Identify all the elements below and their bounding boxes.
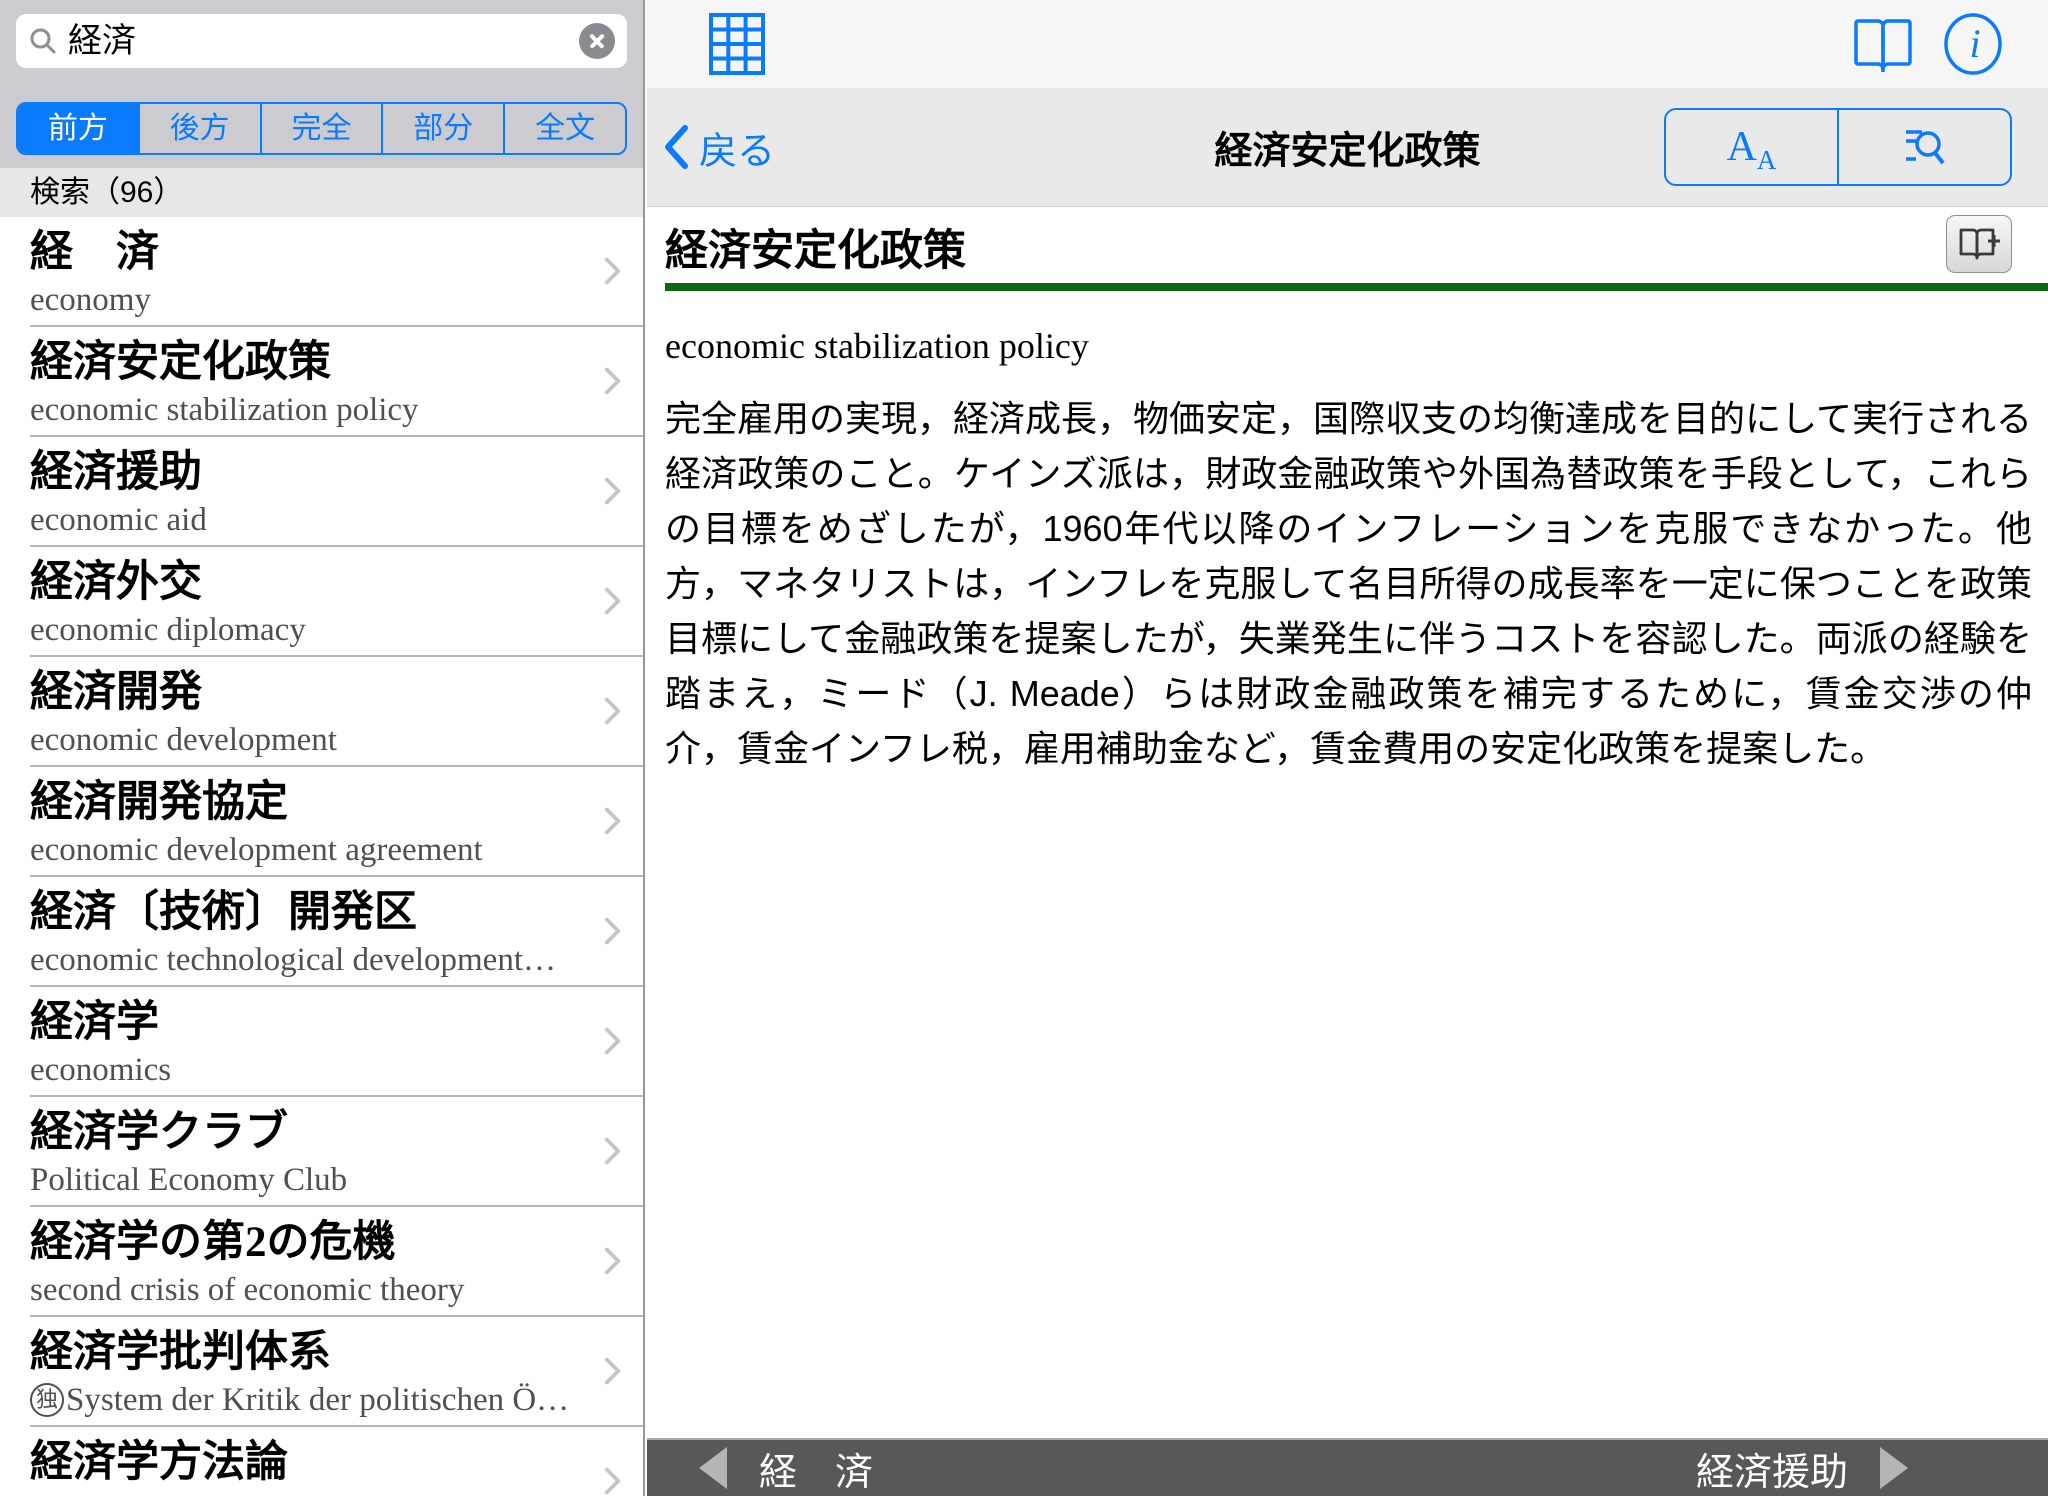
nav-bar: 戻る 経済安定化政策 AA <box>647 88 2048 207</box>
result-item[interactable]: 経 済 economy <box>0 217 643 327</box>
next-entry-label: 経済援助 <box>1696 1441 1848 1496</box>
result-term: 経済援助 <box>30 448 573 498</box>
language-badge: 独 <box>30 1383 64 1417</box>
result-term: 経済開発協定 <box>30 778 573 828</box>
bookshelf-button[interactable] <box>1852 17 1914 76</box>
result-gloss: second crisis of economic theory <box>30 1269 573 1311</box>
svg-text:i: i <box>1969 21 1980 66</box>
chevron-right-icon <box>593 477 621 505</box>
result-term: 経済安定化政策 <box>30 338 573 388</box>
add-bookmark-button[interactable] <box>1946 215 2012 273</box>
entry-divider <box>665 283 2048 291</box>
search-mode-全文[interactable]: 全文 <box>503 104 625 153</box>
entry-body: 完全雇用の実現，経済成長，物価安定，国際収支の均衡達成を目的にして実行される経済… <box>665 391 2034 776</box>
results-list: 経 済 economy 経済安定化政策 economic stabilizati… <box>0 217 643 1496</box>
entry-title: 経済安定化政策 <box>665 225 2034 277</box>
result-term: 経済開発 <box>30 668 573 718</box>
grid-icon <box>709 13 765 75</box>
result-item[interactable]: 経済安定化政策 economic stabilization policy <box>0 327 643 437</box>
search-mode-segmented-control: 前方後方完全部分全文 <box>16 102 627 155</box>
result-item[interactable]: 経済学クラブ Political Economy Club <box>0 1097 643 1207</box>
result-term: 経済学批判体系 <box>30 1328 573 1378</box>
nav-title: 経済安定化政策 <box>1214 120 1480 175</box>
search-mode-前方[interactable]: 前方 <box>18 104 138 153</box>
next-entry-button[interactable]: 経済援助 <box>1696 1441 1908 1496</box>
result-item[interactable]: 経済学の第2の危機 second crisis of economic theo… <box>0 1207 643 1317</box>
result-item[interactable]: 経済外交 economic diplomacy <box>0 547 643 657</box>
back-button[interactable]: 戻る <box>663 88 775 206</box>
result-gloss: 独System der Kritik der politischen Ö… <box>30 1379 573 1421</box>
result-term: 経済外交 <box>30 558 573 608</box>
search-in-entry-icon <box>1902 124 1948 170</box>
result-gloss: economic aid <box>30 499 573 541</box>
top-toolbar: i <box>647 0 2048 88</box>
result-term: 経済学の第2の危機 <box>30 1218 573 1268</box>
back-chevron-icon <box>663 125 689 169</box>
result-item[interactable]: 経済学方法論 economic methodology <box>0 1427 643 1496</box>
result-gloss: economic technological development… <box>30 939 573 981</box>
prev-entry-label: 経 済 <box>759 1441 873 1496</box>
result-term: 経済〔技術〕開発区 <box>30 888 573 938</box>
search-in-entry-button[interactable] <box>1837 110 2010 184</box>
entry-tools-group: AA <box>1664 108 2012 186</box>
prev-entry-button[interactable]: 経 済 <box>699 1441 873 1496</box>
search-icon <box>28 26 58 56</box>
search-area: 経済 前方後方完全部分全文 <box>0 0 643 168</box>
prev-triangle-icon <box>699 1447 727 1489</box>
chevron-right-icon <box>593 697 621 725</box>
text-size-button[interactable]: AA <box>1666 110 1837 184</box>
chevron-right-icon <box>593 1467 621 1495</box>
next-triangle-icon <box>1880 1447 1908 1489</box>
result-item[interactable]: 経済開発協定 economic development agreement <box>0 767 643 877</box>
info-button[interactable]: i <box>1942 12 2004 79</box>
chevron-right-icon <box>593 1137 621 1165</box>
result-gloss: economic stabilization policy <box>30 389 573 431</box>
result-item[interactable]: 経済学 economics <box>0 987 643 1097</box>
chevron-right-icon <box>593 807 621 835</box>
result-gloss: economic development <box>30 719 573 761</box>
result-term: 経済学方法論 <box>30 1438 573 1488</box>
result-gloss: Political Economy Club <box>30 1159 573 1201</box>
clear-search-button[interactable] <box>579 23 615 59</box>
search-mode-完全[interactable]: 完全 <box>260 104 382 153</box>
result-item[interactable]: 経済開発 economic development <box>0 657 643 767</box>
text-size-icon: AA <box>1727 123 1777 171</box>
chevron-right-icon <box>593 1247 621 1275</box>
bottom-bar: 経 済 経済援助 <box>647 1438 2048 1496</box>
search-input[interactable]: 経済 <box>16 14 627 68</box>
book-plus-icon <box>1957 226 2001 262</box>
result-gloss: economic methodology <box>30 1489 573 1496</box>
search-query-text: 経済 <box>68 14 579 68</box>
result-term: 経 済 <box>30 228 573 278</box>
article: 経済安定化政策 economic stabilization policy 完全… <box>647 207 2048 776</box>
result-term: 経済学 <box>30 998 573 1048</box>
entry-pane: i 戻る 経済安定化政策 AA <box>647 0 2048 1496</box>
result-term: 経済学クラブ <box>30 1108 573 1158</box>
back-label: 戻る <box>699 120 775 175</box>
book-icon <box>1852 17 1914 73</box>
search-mode-後方[interactable]: 後方 <box>138 104 260 153</box>
chevron-right-icon <box>593 1357 621 1385</box>
results-count-label: 検索（96） <box>30 176 183 209</box>
result-item[interactable]: 経済学批判体系 独System der Kritik der politisch… <box>0 1317 643 1427</box>
info-icon: i <box>1942 12 2004 76</box>
result-item[interactable]: 経済〔技術〕開発区 economic technological develop… <box>0 877 643 987</box>
result-gloss: economy <box>30 279 573 321</box>
chevron-right-icon <box>593 367 621 395</box>
chevron-right-icon <box>593 1027 621 1055</box>
chevron-right-icon <box>593 257 621 285</box>
result-item[interactable]: 経済援助 economic aid <box>0 437 643 547</box>
result-gloss: economic development agreement <box>30 829 573 871</box>
results-count-header: 検索（96） <box>0 168 643 217</box>
entry-english: economic stabilization policy <box>665 325 2034 367</box>
result-gloss: economic diplomacy <box>30 609 573 651</box>
chevron-right-icon <box>593 917 621 945</box>
search-sidebar: 経済 前方後方完全部分全文 検索（96） 経 済 economy 経済安定化政策… <box>0 0 645 1496</box>
index-grid-button[interactable] <box>709 13 765 78</box>
result-gloss: economics <box>30 1049 573 1091</box>
chevron-right-icon <box>593 587 621 615</box>
search-mode-部分[interactable]: 部分 <box>381 104 503 153</box>
dictionary-app: 経済 前方後方完全部分全文 検索（96） 経 済 economy 経済安定化政策… <box>0 0 2048 1496</box>
